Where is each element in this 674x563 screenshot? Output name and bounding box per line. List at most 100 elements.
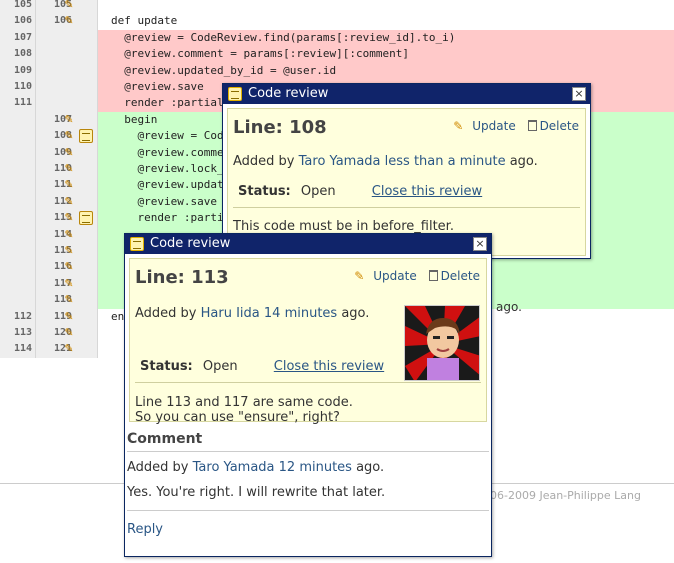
add-review-pencil-icon[interactable]: ✎: [62, 327, 76, 339]
author-link[interactable]: Haru Iida: [201, 306, 260, 321]
code-line: def update: [111, 14, 178, 28]
review-body-line-2: So you can use "ensure", right?: [135, 410, 340, 425]
close-review-link[interactable]: Close this review: [274, 359, 384, 374]
old-line-number: [0, 177, 36, 194]
code-review-icon: [228, 87, 242, 101]
comment-meta: Added by Taro Yamada 12 minutes ago.: [127, 460, 489, 475]
status-value: Open: [300, 184, 336, 199]
close-popup-button[interactable]: ×: [572, 87, 586, 101]
add-review-pencil-icon[interactable]: ✎: [62, 294, 76, 306]
review-meta: Added by Haru Iida 14 minutes ago.: [135, 306, 369, 321]
comment-body: Yes. You're right. I will rewrite that l…: [127, 485, 386, 500]
diff-row: 108 @review.comment = params[:review][:c…: [0, 46, 674, 63]
add-review-pencil-icon[interactable]: ✎: [62, 245, 76, 257]
trash-icon: [527, 120, 537, 131]
old-line-number: [0, 292, 36, 309]
add-review-pencil-icon[interactable]: ✎: [62, 179, 76, 191]
old-line-number: [0, 259, 36, 276]
status-line: Status: Open Close this review: [238, 184, 482, 199]
old-line-number: 111: [0, 95, 36, 112]
avatar-image: [405, 306, 479, 380]
add-review-pencil-icon[interactable]: ✎: [62, 228, 76, 241]
close-review-link[interactable]: Close this review: [372, 184, 482, 199]
old-line-number: 108: [0, 46, 36, 63]
time-link[interactable]: 14 minutes: [264, 306, 337, 321]
line-heading: Line: 113: [135, 267, 229, 288]
hidden-comment-ago: ago.: [496, 300, 522, 314]
comment-time-link[interactable]: 12 minutes: [279, 460, 352, 475]
add-review-pencil-icon[interactable]: ✎: [62, 163, 76, 175]
code-line: @review.comment = params[:review][:comme…: [98, 46, 674, 63]
reply-divider: [127, 510, 489, 511]
popup-titlebar[interactable]: Code review ×: [125, 234, 491, 254]
add-review-pencil-icon[interactable]: ✎: [62, 0, 76, 11]
review-actions: ✎ Update Delete: [354, 269, 480, 283]
ago-label: ago.: [341, 306, 370, 321]
add-review-pencil-icon[interactable]: ✎: [62, 261, 76, 273]
update-link[interactable]: Update: [472, 119, 515, 133]
comment-added-by: Added by: [127, 460, 189, 475]
avatar: [404, 305, 480, 381]
delete-link[interactable]: Delete: [540, 119, 579, 133]
add-review-pencil-icon[interactable]: ✎: [62, 310, 76, 323]
code-review-icon[interactable]: [79, 129, 93, 144]
comment-heading: Comment: [127, 431, 203, 447]
comment-ago: ago.: [356, 460, 385, 475]
new-line-number: [36, 95, 98, 112]
line-heading: Line: 108: [233, 117, 327, 138]
old-line-number: [0, 144, 36, 161]
reply-link[interactable]: Reply: [127, 522, 489, 537]
update-link[interactable]: Update: [373, 269, 416, 283]
old-line-number: [0, 193, 36, 211]
new-line-number: [36, 62, 98, 79]
old-line-number: 105: [0, 0, 36, 14]
divider: [135, 382, 481, 383]
old-line-number: [0, 128, 36, 145]
popup-titlebar[interactable]: Code review ×: [223, 84, 590, 104]
time-link[interactable]: less than a minute: [385, 154, 506, 169]
comment-divider: [127, 451, 489, 452]
popup-title: Code review: [248, 86, 329, 101]
footer-copyright: 06-2009 Jean-Philippe Lang: [490, 489, 641, 502]
add-review-pencil-icon[interactable]: ✎: [62, 212, 76, 224]
old-line-number: 114: [0, 341, 36, 358]
diff-row: 107 @review = CodeReview.find(params[:re…: [0, 29, 674, 47]
review-meta: Added by Taro Yamada less than a minute …: [233, 154, 538, 169]
code-review-icon[interactable]: [79, 211, 93, 226]
add-review-pencil-icon[interactable]: ✎: [62, 343, 76, 355]
status-value: Open: [202, 359, 238, 374]
added-by-label: Added by: [233, 154, 295, 169]
trash-icon: [428, 270, 438, 281]
old-line-number: [0, 111, 36, 129]
add-review-pencil-icon[interactable]: ✎: [62, 113, 76, 126]
delete-link[interactable]: Delete: [441, 269, 480, 283]
author-link[interactable]: Taro Yamada: [299, 154, 381, 169]
status-line: Status: Open Close this review: [140, 359, 384, 374]
ago-label: ago.: [509, 154, 538, 169]
old-line-number: [0, 210, 36, 227]
new-line-number: [36, 79, 98, 96]
status-label: Status:: [140, 359, 193, 374]
review-body-line-1: Line 113 and 117 are same code.: [135, 395, 353, 410]
comment-author-link[interactable]: Taro Yamada: [193, 460, 275, 475]
add-review-pencil-icon[interactable]: ✎: [62, 146, 76, 159]
old-line-number: [0, 161, 36, 178]
code-line: @review.updated_by_id = @user.id: [98, 62, 674, 79]
new-line-number: [36, 46, 98, 63]
diff-row: 109 @review.updated_by_id = @user.id: [0, 62, 674, 79]
review-actions: ✎ Update Delete: [453, 119, 579, 133]
add-review-pencil-icon[interactable]: ✎: [62, 130, 76, 142]
pencil-icon: ✎: [453, 119, 464, 133]
old-line-number: 112: [0, 308, 36, 325]
add-review-pencil-icon[interactable]: ✎: [62, 15, 76, 27]
old-line-number: 109: [0, 62, 36, 79]
close-popup-button[interactable]: ×: [473, 237, 487, 251]
old-line-number: [0, 243, 36, 260]
old-line-number: 113: [0, 325, 36, 342]
popup-title: Code review: [150, 236, 231, 251]
diff-row: 106 106 ✎ def update: [0, 13, 674, 30]
added-by-label: Added by: [135, 306, 197, 321]
add-review-pencil-icon[interactable]: ✎: [62, 277, 76, 290]
add-review-pencil-icon[interactable]: ✎: [62, 195, 76, 208]
